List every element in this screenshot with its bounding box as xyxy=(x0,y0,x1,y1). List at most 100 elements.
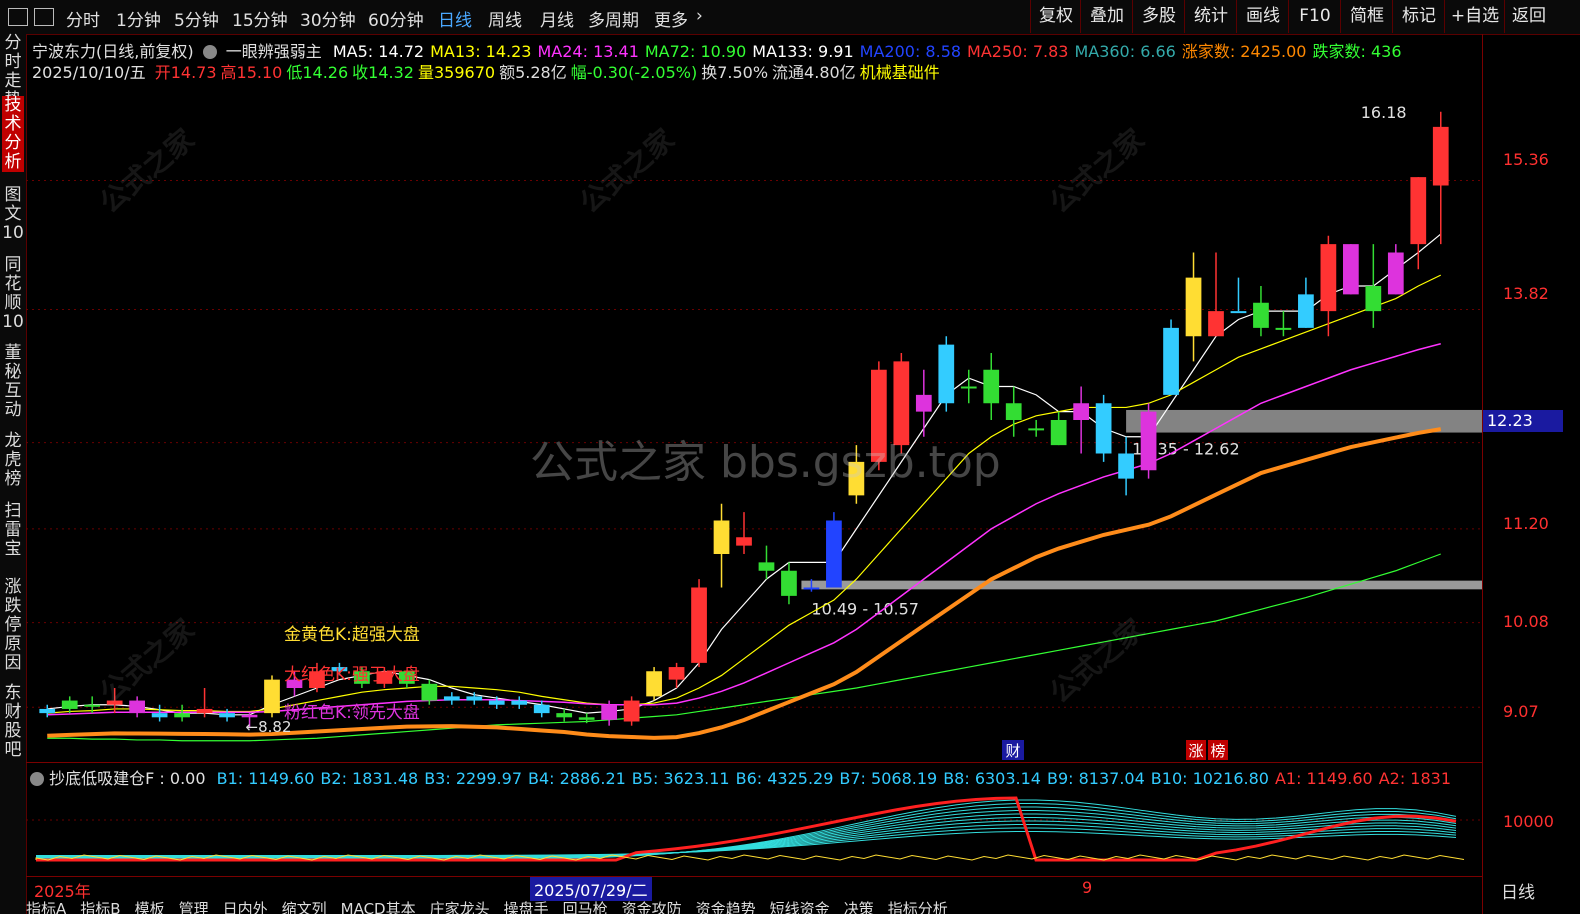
candle-body xyxy=(443,696,460,701)
candle-body xyxy=(713,520,730,554)
candle-body xyxy=(736,537,752,546)
bottom-tab[interactable]: 操盘手 xyxy=(504,900,549,914)
event-limitup-badge[interactable]: 涨 xyxy=(1186,740,1206,760)
price-tick: 9.07 xyxy=(1503,702,1539,721)
sidebar-item-1[interactable]: 技术分析 xyxy=(2,96,24,172)
candle-body xyxy=(668,667,685,680)
sub-series-B xyxy=(36,823,1457,857)
candle-body xyxy=(1342,244,1359,295)
bottom-tab[interactable]: 庄家龙头 xyxy=(430,900,490,914)
candle-body xyxy=(1185,277,1202,337)
candle-body xyxy=(915,394,932,412)
tab-3[interactable]: 15分钟 xyxy=(232,6,288,31)
split-view-icon[interactable] xyxy=(34,8,54,26)
candle-body xyxy=(1005,403,1022,420)
event-finance-badge[interactable]: 财 xyxy=(1002,740,1024,760)
sub-indicator-chart[interactable] xyxy=(26,786,1482,874)
candle-body xyxy=(241,714,258,718)
toolbar-button-6[interactable]: 简框 xyxy=(1340,0,1393,33)
panel-divider xyxy=(26,762,1482,763)
candle-body xyxy=(646,671,662,697)
bottom-tab[interactable]: 资金趋势 xyxy=(696,900,756,914)
candle-body xyxy=(960,386,977,389)
sidebar-item-4[interactable]: 董秘互动 xyxy=(2,344,24,420)
candle-body xyxy=(758,562,775,571)
candle-body xyxy=(623,700,640,722)
sidebar-item-8[interactable]: 东财股吧 xyxy=(2,684,24,760)
candle-body xyxy=(601,704,618,720)
bottom-tab[interactable]: 管理 xyxy=(179,900,209,914)
tab-6[interactable]: 日线 xyxy=(438,6,472,31)
bottom-tab[interactable]: 决策 xyxy=(844,900,874,914)
sidebar-item-7[interactable]: 涨跌停原因 xyxy=(2,578,24,673)
candlestick-chart[interactable]: 12.35 - 12.6210.49 - 10.5716.18←8.82金黄色K… xyxy=(26,80,1482,760)
candle-body xyxy=(578,717,595,720)
tab-4[interactable]: 30分钟 xyxy=(300,6,356,31)
sidebar-item-2[interactable]: 图文10 xyxy=(2,186,24,243)
toolbar-button-3[interactable]: 统计 xyxy=(1184,0,1237,33)
toolbar-button-1[interactable]: 叠加 xyxy=(1080,0,1133,33)
candle-body xyxy=(556,713,573,718)
sub-series-A xyxy=(36,796,1457,862)
candle-body xyxy=(1410,177,1427,245)
tab-8[interactable]: 月线 xyxy=(540,6,574,31)
event-billboard-badge[interactable]: 榜 xyxy=(1208,740,1228,760)
bottom-tab[interactable]: 短线资金 xyxy=(770,900,830,914)
toolbar-button-7[interactable]: 标记 xyxy=(1392,0,1445,33)
candle-body xyxy=(219,713,235,718)
price-tick: 13.82 xyxy=(1503,284,1549,303)
tab-9[interactable]: 多周期 xyxy=(588,6,639,31)
band-label: 10.49 - 10.57 xyxy=(811,599,919,618)
candle-body xyxy=(1365,286,1382,312)
candle-body xyxy=(1140,411,1157,471)
toolbar-button-2[interactable]: 多股 xyxy=(1132,0,1185,33)
candle-body xyxy=(1432,126,1449,186)
candle-body xyxy=(1095,403,1112,454)
tab-7[interactable]: 周线 xyxy=(488,6,522,31)
toolbar-button-8[interactable]: +自选 xyxy=(1444,0,1505,33)
support-band xyxy=(801,580,1482,590)
toolbar-button-5[interactable]: F10 xyxy=(1288,0,1341,33)
ma-value: MA250: 7.83 xyxy=(967,42,1069,61)
toolbar-button-9[interactable]: 返回 xyxy=(1504,0,1553,33)
period-label[interactable]: 日线 xyxy=(1501,878,1535,903)
bottom-tab[interactable]: 资金攻防 xyxy=(622,900,682,914)
bottom-tab[interactable]: 回马枪 xyxy=(563,900,608,914)
candle-body xyxy=(1275,327,1292,330)
bottom-tab[interactable]: 指标B xyxy=(80,900,120,914)
candle-body xyxy=(1320,244,1337,312)
watermark-center: 公式之家 bbs.gszb.top xyxy=(530,437,1001,488)
candle-body xyxy=(129,700,146,714)
top-toolbar: 分时 1分钟 5分钟 15分钟 30分钟 60分钟 日线 周线 月线 多周期 更多 › 复权 叠加 多股… xyxy=(0,0,1580,35)
toolbar-button-4[interactable]: 画线 xyxy=(1236,0,1289,33)
price-tick: 15.36 xyxy=(1503,150,1549,169)
toolbar-button-0[interactable]: 复权 xyxy=(1030,0,1081,33)
date-month: 9 xyxy=(1082,878,1093,897)
sidebar-item-5[interactable]: 龙虎榜 xyxy=(2,432,24,489)
bottom-tab[interactable]: 指标A xyxy=(26,900,66,914)
candle-body xyxy=(196,708,213,714)
bottom-tab[interactable]: 缩文列 xyxy=(282,900,327,914)
bottom-tab[interactable]: 日内外 xyxy=(223,900,268,914)
ma-value: 涨家数: 2425.00 xyxy=(1181,42,1307,61)
candle-body xyxy=(61,700,78,709)
candle-body xyxy=(174,713,190,718)
tab-5[interactable]: 60分钟 xyxy=(368,6,424,31)
dropdown-icon[interactable] xyxy=(202,45,217,59)
candle-body xyxy=(1028,428,1045,431)
tab-10[interactable]: 更多 xyxy=(654,6,688,31)
tab-1[interactable]: 1分钟 xyxy=(116,6,161,31)
price-tick: 11.20 xyxy=(1503,514,1549,533)
tab-2[interactable]: 5分钟 xyxy=(174,6,219,31)
sidebar-item-3[interactable]: 同花顺10 xyxy=(2,256,24,332)
sidebar-item-6[interactable]: 扫雷宝 xyxy=(2,502,24,559)
restore-icon[interactable] xyxy=(8,8,28,26)
candle-body xyxy=(466,696,483,701)
candle-body xyxy=(533,704,550,714)
chevron-right-icon[interactable]: › xyxy=(696,6,703,26)
bottom-tab[interactable]: MACD其本 xyxy=(341,900,416,914)
tab-0[interactable]: 分时 xyxy=(66,6,100,31)
sub-indicator-icon[interactable] xyxy=(30,772,44,786)
bottom-tab[interactable]: 指标分析 xyxy=(888,900,948,914)
bottom-tab[interactable]: 模板 xyxy=(135,900,165,914)
